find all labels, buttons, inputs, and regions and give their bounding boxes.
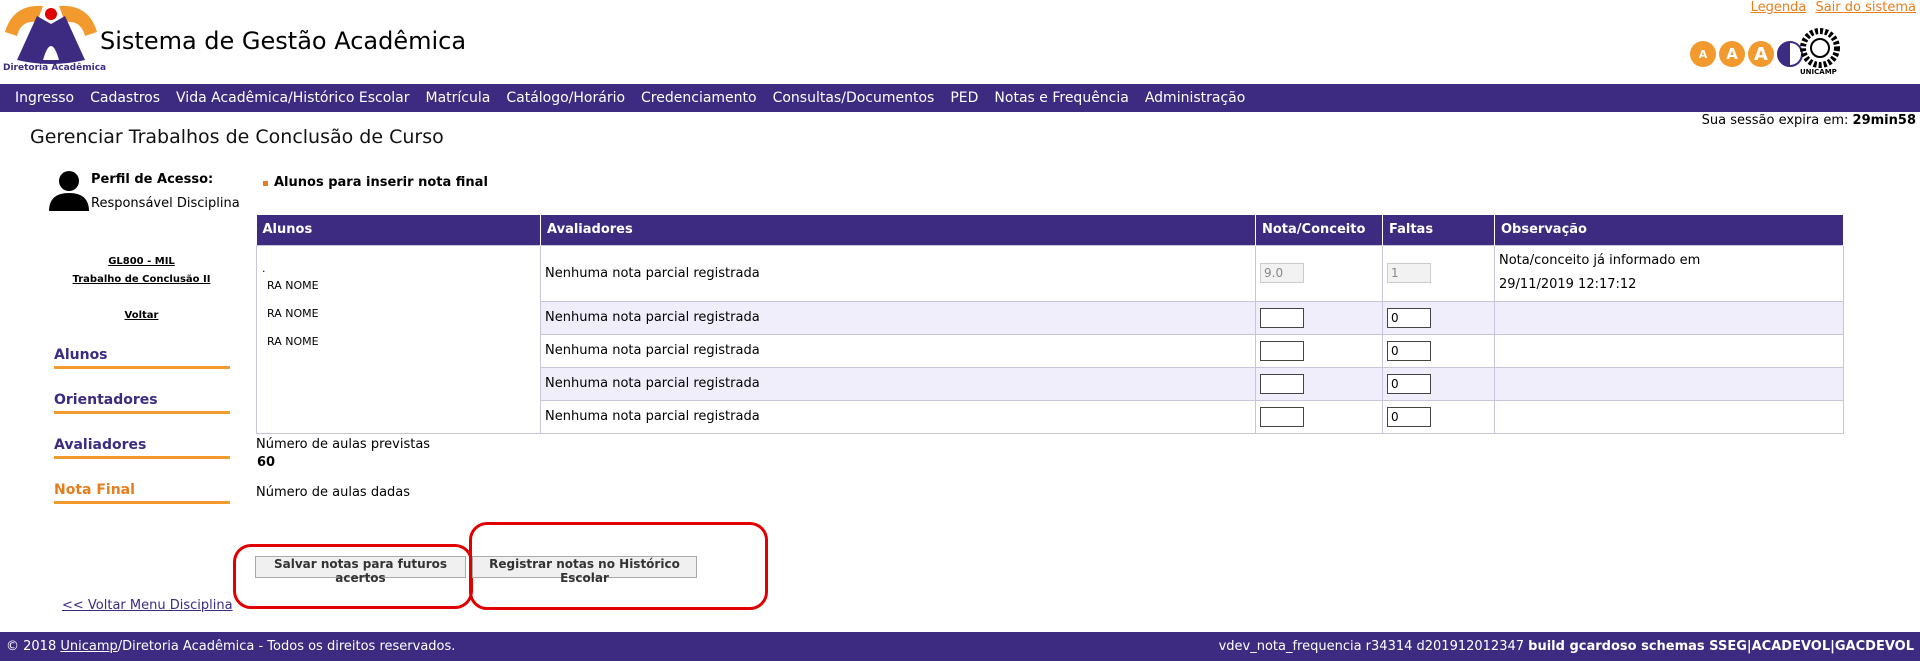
faltas-input[interactable] xyxy=(1387,307,1431,328)
user-icon xyxy=(49,171,89,211)
faltas-cell xyxy=(1382,366,1495,401)
faltas-input[interactable] xyxy=(1387,406,1431,427)
faltas-cell xyxy=(1382,333,1495,368)
header: Diretoria Acadêmica Sistema de Gestão Ac… xyxy=(0,0,1920,84)
sidebar-item-avaliadores[interactable]: Avaliadores xyxy=(54,437,230,459)
unicamp-caption: UNICAMP xyxy=(1800,68,1837,76)
observacao-cell: Nota/conceito já informado em 29/11/2019… xyxy=(1494,244,1844,302)
col-avaliadores: Avaliadores xyxy=(540,215,1256,245)
font-medium-icon[interactable]: A xyxy=(1719,41,1745,67)
main-nav: Ingresso Cadastros Vida Acadêmica/Histór… xyxy=(0,84,1920,112)
font-large-icon[interactable]: A xyxy=(1748,41,1774,67)
nav-credenciamento[interactable]: Credenciamento xyxy=(641,90,757,106)
avaliadores-cell: Nenhuma nota parcial registrada xyxy=(540,333,1256,368)
aulas-dadas-label: Número de aulas dadas xyxy=(256,485,411,500)
app-title: Sistema de Gestão Acadêmica xyxy=(100,27,467,55)
nav-ingresso[interactable]: Ingresso xyxy=(15,90,74,106)
section-title: Alunos para inserir nota final xyxy=(274,175,488,190)
observacao-cell xyxy=(1494,366,1844,401)
aulas-previstas-value: 60 xyxy=(257,455,276,470)
faltas-input[interactable] xyxy=(1387,373,1431,394)
nota-input[interactable] xyxy=(1260,406,1304,427)
nota-input[interactable] xyxy=(1260,373,1304,394)
sidebar-item-nota-final[interactable]: Nota Final xyxy=(54,482,230,504)
faltas-cell xyxy=(1382,399,1495,434)
nav-administracao[interactable]: Administração xyxy=(1145,90,1245,106)
session-label: Sua sessão expira em: xyxy=(1701,113,1849,128)
student-item: RA NOME xyxy=(267,335,319,348)
logout-link[interactable]: Sair do sistema xyxy=(1815,0,1916,15)
students-dot: . xyxy=(262,262,266,275)
table-header-row: Alunos Avaliadores Nota/Conceito Faltas … xyxy=(256,215,1844,245)
student-item: RA NOME xyxy=(267,279,319,292)
faltas-cell xyxy=(1382,300,1495,335)
col-nota: Nota/Conceito xyxy=(1255,215,1383,245)
avaliadores-cell: Nenhuma nota parcial registrada xyxy=(540,244,1256,302)
observacao-line: Nota/conceito já informado em xyxy=(1499,253,1701,268)
nav-vida-academica[interactable]: Vida Acadêmica/Histórico Escolar xyxy=(176,90,409,106)
observacao-cell xyxy=(1494,333,1844,368)
nav-matricula[interactable]: Matrícula xyxy=(426,90,491,106)
faltas-input[interactable] xyxy=(1387,340,1431,361)
nav-notas-frequencia[interactable]: Notas e Frequência xyxy=(994,90,1128,106)
avaliadores-cell: Nenhuma nota parcial registrada xyxy=(540,366,1256,401)
profile-label: Perfil de Acesso: xyxy=(91,172,214,187)
sidebar-item-alunos[interactable]: Alunos xyxy=(54,347,230,369)
faltas-cell xyxy=(1382,244,1495,302)
aulas-previstas-label: Número de aulas previstas xyxy=(256,437,431,452)
table-row: Nenhuma nota parcial registrada Nota/con… xyxy=(256,244,1844,434)
nota-cell xyxy=(1255,333,1383,368)
nota-cell xyxy=(1255,244,1383,302)
nota-cell xyxy=(1255,366,1383,401)
profile-value: Responsável Disciplina xyxy=(91,196,240,211)
col-faltas: Faltas xyxy=(1382,215,1495,245)
top-links: Legenda Sair do sistema xyxy=(1746,0,1916,15)
sidebar-item-orientadores[interactable]: Orientadores xyxy=(54,392,230,414)
nota-cell xyxy=(1255,300,1383,335)
observacao-cell xyxy=(1494,399,1844,434)
back-link[interactable]: Voltar xyxy=(0,310,283,321)
footer: © 2018 Unicamp/Diretoria Acadêmica - Tod… xyxy=(0,632,1920,661)
unicamp-link[interactable]: Unicamp xyxy=(60,639,117,654)
back-menu-link[interactable]: << Voltar Menu Disciplina xyxy=(62,598,233,613)
session-time: 29min58 xyxy=(1852,113,1916,128)
col-alunos: Alunos xyxy=(256,215,541,245)
footer-build-info: vdev_nota_frequencia r34314 d20191201234… xyxy=(1218,639,1914,654)
faltas-input xyxy=(1387,263,1431,283)
col-observacao: Observação xyxy=(1494,215,1844,245)
font-small-icon[interactable]: A xyxy=(1690,41,1716,67)
nav-catalogo-horario[interactable]: Catálogo/Horário xyxy=(506,90,625,106)
nav-ped[interactable]: PED xyxy=(950,90,978,106)
course-code-link[interactable]: GL800 - MIL xyxy=(0,256,283,267)
accessibility-controls: A A A xyxy=(1690,39,1803,69)
footer-copyright: © 2018 Unicamp/Diretoria Acadêmica - Tod… xyxy=(6,639,456,654)
nota-input[interactable] xyxy=(1260,307,1304,328)
observacao-cell xyxy=(1494,300,1844,335)
observacao-date: 29/11/2019 12:17:12 xyxy=(1499,277,1637,292)
legend-link[interactable]: Legenda xyxy=(1751,0,1807,15)
nota-cell xyxy=(1255,399,1383,434)
register-grades-button[interactable]: Registrar notas no Histórico Escolar xyxy=(472,556,697,585)
nav-cadastros[interactable]: Cadastros xyxy=(90,90,160,106)
grades-table: Alunos Avaliadores Nota/Conceito Faltas … xyxy=(256,215,1844,434)
course-name-link[interactable]: Trabalho de Conclusão II xyxy=(0,274,283,285)
page-title: Gerenciar Trabalhos de Conclusão de Curs… xyxy=(30,126,444,148)
session-timer: Sua sessão expira em: 29min58 xyxy=(1702,113,1916,128)
nav-consultas-documentos[interactable]: Consultas/Documentos xyxy=(773,90,935,106)
logo-caption: Diretoria Acadêmica xyxy=(3,63,107,73)
nota-input xyxy=(1260,263,1304,283)
avaliadores-cell: Nenhuma nota parcial registrada xyxy=(540,300,1256,335)
avaliadores-cell: Nenhuma nota parcial registrada xyxy=(540,399,1256,434)
save-grades-button[interactable]: Salvar notas para futuros acertos xyxy=(255,556,466,585)
nota-input[interactable] xyxy=(1260,340,1304,361)
student-item: RA NOME xyxy=(267,307,319,320)
